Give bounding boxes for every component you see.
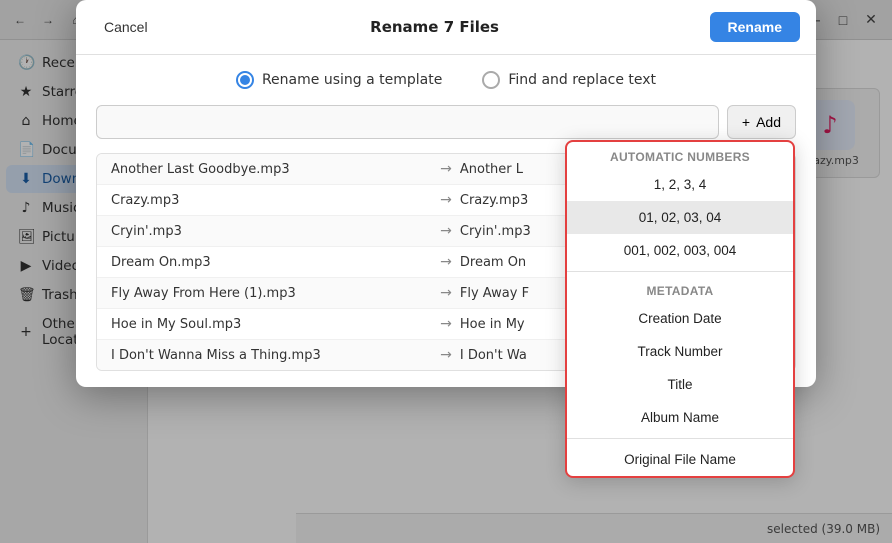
arrow-icon: → <box>440 347 452 363</box>
dropdown-item-title[interactable]: Title <box>567 368 793 401</box>
dialog-title: Rename 7 Files <box>168 18 702 36</box>
dialog-header: Cancel Rename 7 Files Rename <box>76 0 816 55</box>
template-input[interactable] <box>96 105 719 139</box>
dropdown-item-album-name[interactable]: Album Name <box>567 401 793 434</box>
dropdown-item-1234[interactable]: 1, 2, 3, 4 <box>567 168 793 201</box>
radio-find-replace-circle <box>482 71 500 89</box>
dropdown-item-001002003[interactable]: 001, 002, 003, 004 <box>567 234 793 267</box>
arrow-icon: → <box>440 316 452 332</box>
plus-icon: + <box>742 114 750 130</box>
rename-dialog: Cancel Rename 7 Files Rename Rename usin… <box>76 0 816 387</box>
dropdown-divider-2 <box>567 438 793 439</box>
dialog-body: Rename using a template Find and replace… <box>76 55 816 387</box>
arrow-icon: → <box>440 161 452 177</box>
dropdown-divider-1 <box>567 271 793 272</box>
arrow-icon: → <box>440 285 452 301</box>
radio-template-circle <box>236 71 254 89</box>
arrow-icon: → <box>440 223 452 239</box>
cancel-button[interactable]: Cancel <box>92 13 160 41</box>
radio-template-option[interactable]: Rename using a template <box>236 71 442 89</box>
add-dropdown: Automatic Numbers 1, 2, 3, 4 01, 02, 03,… <box>565 140 795 478</box>
metadata-header: Metadata <box>567 276 793 302</box>
auto-numbers-header: Automatic Numbers <box>567 142 793 168</box>
dropdown-item-original-file-name[interactable]: Original File Name <box>567 443 793 476</box>
dropdown-item-creation-date[interactable]: Creation Date <box>567 302 793 335</box>
dropdown-item-track-number[interactable]: Track Number <box>567 335 793 368</box>
rename-button[interactable]: Rename <box>710 12 800 42</box>
arrow-icon: → <box>440 254 452 270</box>
template-input-row: + Add Automatic Numbers 1, 2, 3, 4 01, 0… <box>96 105 796 139</box>
modal-overlay: Cancel Rename 7 Files Rename Rename usin… <box>0 0 892 543</box>
arrow-icon: → <box>440 192 452 208</box>
dropdown-item-01020304[interactable]: 01, 02, 03, 04 <box>567 201 793 234</box>
radio-options: Rename using a template Find and replace… <box>96 71 796 89</box>
add-button[interactable]: + Add Automatic Numbers 1, 2, 3, 4 01, 0… <box>727 105 796 139</box>
radio-find-replace-option[interactable]: Find and replace text <box>482 71 656 89</box>
